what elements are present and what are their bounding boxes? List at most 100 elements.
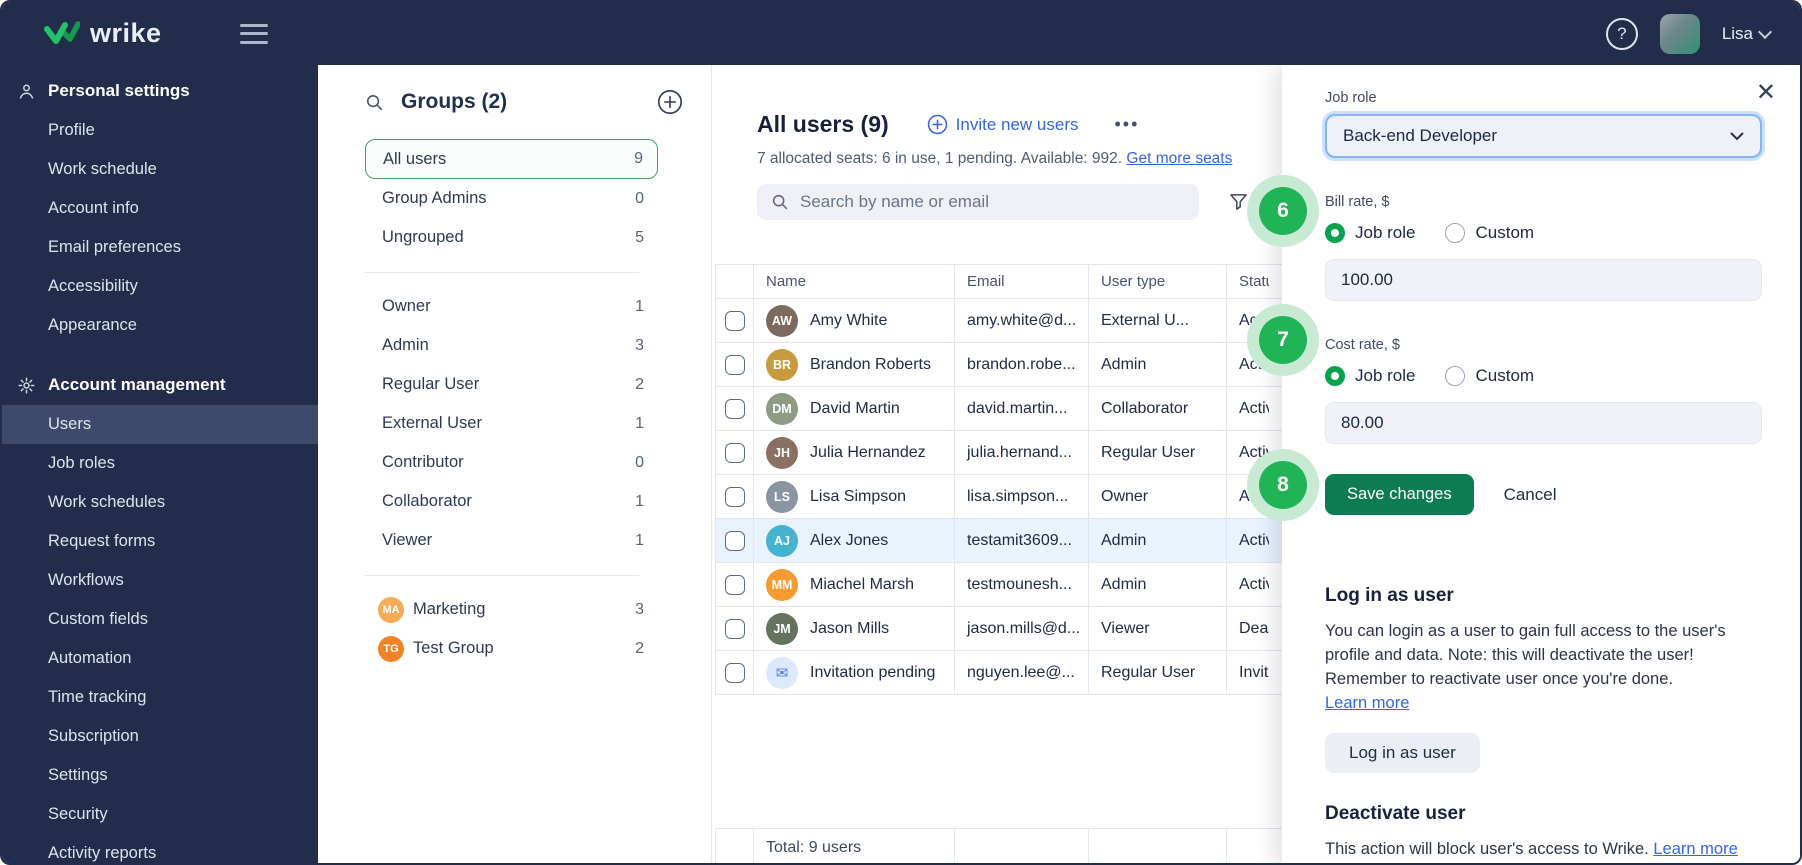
bill-rate-input[interactable]: 100.00 (1325, 259, 1762, 301)
total-users: Total: 9 users (754, 829, 955, 863)
group-item-owner[interactable]: Owner 1 (365, 287, 658, 326)
row-checkbox[interactable] (724, 662, 745, 683)
deactivate-user-title: Deactivate user (1325, 803, 1466, 824)
bill-rate-job-role-radio[interactable]: Job role (1325, 223, 1415, 243)
user-email: nguyen.lee@... (955, 651, 1089, 694)
row-checkbox[interactable] (724, 618, 745, 639)
user-type: Owner (1089, 475, 1227, 518)
row-checkbox[interactable] (724, 486, 745, 507)
group-item-test-group[interactable]: TG Test Group 2 (365, 629, 658, 668)
column-header-name[interactable]: Name (754, 265, 955, 298)
sidebar-section-account-management: Account management (2, 365, 318, 405)
user-type: Admin (1089, 343, 1227, 386)
step-badge-8: 8 (1259, 461, 1307, 509)
sidebar-item-email-preferences[interactable]: Email preferences (2, 228, 318, 267)
divider (365, 272, 639, 273)
group-avatar: TG (378, 635, 404, 662)
user-name: Alex Jones (810, 531, 889, 549)
learn-more-link[interactable]: Learn more (1653, 840, 1737, 858)
person-icon (17, 82, 37, 101)
cost-rate-input[interactable]: 80.00 (1325, 402, 1762, 444)
sidebar-item-custom-fields[interactable]: Custom fields (2, 600, 318, 639)
chevron-down-icon (1730, 132, 1744, 140)
row-checkbox[interactable] (724, 354, 745, 375)
group-item-admin[interactable]: Admin 3 (365, 326, 658, 365)
group-item-contributor[interactable]: Contributor 0 (365, 443, 658, 482)
close-icon[interactable]: ✕ (1756, 81, 1776, 105)
user-name: Invitation pending (810, 663, 936, 681)
user-email: amy.white@d... (955, 299, 1089, 342)
help-icon[interactable]: ? (1605, 17, 1638, 50)
group-item-collaborator[interactable]: Collaborator 1 (365, 482, 658, 521)
sidebar-item-users[interactable]: Users (2, 405, 318, 444)
more-menu-button[interactable]: ••• (1115, 114, 1140, 135)
invite-new-users-button[interactable]: Invite new users (927, 114, 1079, 135)
get-more-seats-link[interactable]: Get more seats (1126, 150, 1232, 167)
user-type: Admin (1089, 563, 1227, 606)
row-checkbox[interactable] (724, 530, 745, 551)
column-header-email[interactable]: Email (955, 265, 1089, 298)
bill-rate-custom-radio[interactable]: Custom (1445, 223, 1534, 243)
page-title: All users (9) (757, 111, 889, 137)
sidebar-item-activity-reports[interactable]: Activity reports (2, 834, 318, 863)
logo-text: wrike (90, 18, 162, 48)
chevron-down-icon (1757, 24, 1773, 39)
cancel-button[interactable]: Cancel (1504, 485, 1557, 505)
row-checkbox[interactable] (724, 442, 745, 463)
sidebar-item-appearance[interactable]: Appearance (2, 306, 318, 345)
radio-selected (1325, 366, 1345, 386)
sidebar-item-job-roles[interactable]: Job roles (2, 444, 318, 483)
search-icon (771, 193, 789, 211)
add-group-icon[interactable] (657, 89, 683, 115)
job-role-label: Job role (1325, 90, 1377, 106)
group-item-external-user[interactable]: External User 1 (365, 404, 658, 443)
sidebar-item-time-tracking[interactable]: Time tracking (2, 678, 318, 717)
user-menu[interactable]: Lisa (1722, 24, 1773, 44)
cost-rate-custom-radio[interactable]: Custom (1445, 366, 1534, 386)
sidebar-item-workflows[interactable]: Workflows (2, 561, 318, 600)
menu-icon[interactable] (239, 23, 268, 44)
sidebar-item-request-forms[interactable]: Request forms (2, 522, 318, 561)
sidebar-item-automation[interactable]: Automation (2, 639, 318, 678)
sidebar-item-subscription[interactable]: Subscription (2, 717, 318, 756)
avatar: JM (766, 612, 798, 645)
sidebar-item-accessibility[interactable]: Accessibility (2, 267, 318, 306)
user-avatar[interactable] (1659, 13, 1700, 54)
job-role-select[interactable]: Back-end Developer (1325, 114, 1762, 158)
group-item-marketing[interactable]: MA Marketing 3 (365, 590, 658, 629)
group-item-all-users[interactable]: All users 9 (365, 139, 658, 179)
user-email: jason.mills@d... (955, 607, 1089, 650)
search-icon[interactable] (365, 93, 384, 112)
user-email: testamit3609... (955, 519, 1089, 562)
login-as-user-title: Log in as user (1325, 585, 1454, 606)
wrike-logo[interactable]: wrike (44, 18, 162, 49)
sidebar-item-profile[interactable]: Profile (2, 111, 318, 150)
group-item-regular-user[interactable]: Regular User 2 (365, 365, 658, 404)
invitation-envelope-icon: ✉ (766, 656, 798, 689)
login-as-user-button[interactable]: Log in as user (1325, 733, 1480, 773)
user-email: testmounesh... (955, 563, 1089, 606)
sidebar-item-work-schedule[interactable]: Work schedule (2, 150, 318, 189)
wrike-logo-icon (44, 20, 80, 48)
sidebar-item-work-schedules[interactable]: Work schedules (2, 483, 318, 522)
group-item-ungrouped[interactable]: Ungrouped 5 (365, 218, 658, 257)
row-checkbox[interactable] (724, 310, 745, 331)
search-input[interactable]: Search by name or email (757, 184, 1199, 220)
group-item-viewer[interactable]: Viewer 1 (365, 521, 658, 560)
row-checkbox[interactable] (724, 574, 745, 595)
learn-more-link[interactable]: Learn more (1325, 694, 1409, 712)
column-header-user-type[interactable]: User type (1089, 265, 1227, 298)
sidebar-item-security[interactable]: Security (2, 795, 318, 834)
row-checkbox[interactable] (724, 398, 745, 419)
cost-rate-job-role-radio[interactable]: Job role (1325, 366, 1415, 386)
sidebar: Personal settings Profile Work schedule … (2, 65, 318, 863)
group-item-group-admins[interactable]: Group Admins 0 (365, 179, 658, 218)
wrike-admin-screen: wrike ? Lisa Personal settings Profile W… (0, 0, 1802, 865)
sidebar-item-account-info[interactable]: Account info (2, 189, 318, 228)
sidebar-item-settings[interactable]: Settings (2, 756, 318, 795)
save-changes-button[interactable]: Save changes (1325, 474, 1474, 515)
groups-panel: Groups (2) All users 9 Group Admins 0 Un… (318, 65, 712, 863)
deactivate-user-description: This action will block user's access to … (1325, 840, 1738, 858)
cost-rate-label: Cost rate, $ (1325, 337, 1400, 353)
avatar: AJ (766, 524, 798, 557)
